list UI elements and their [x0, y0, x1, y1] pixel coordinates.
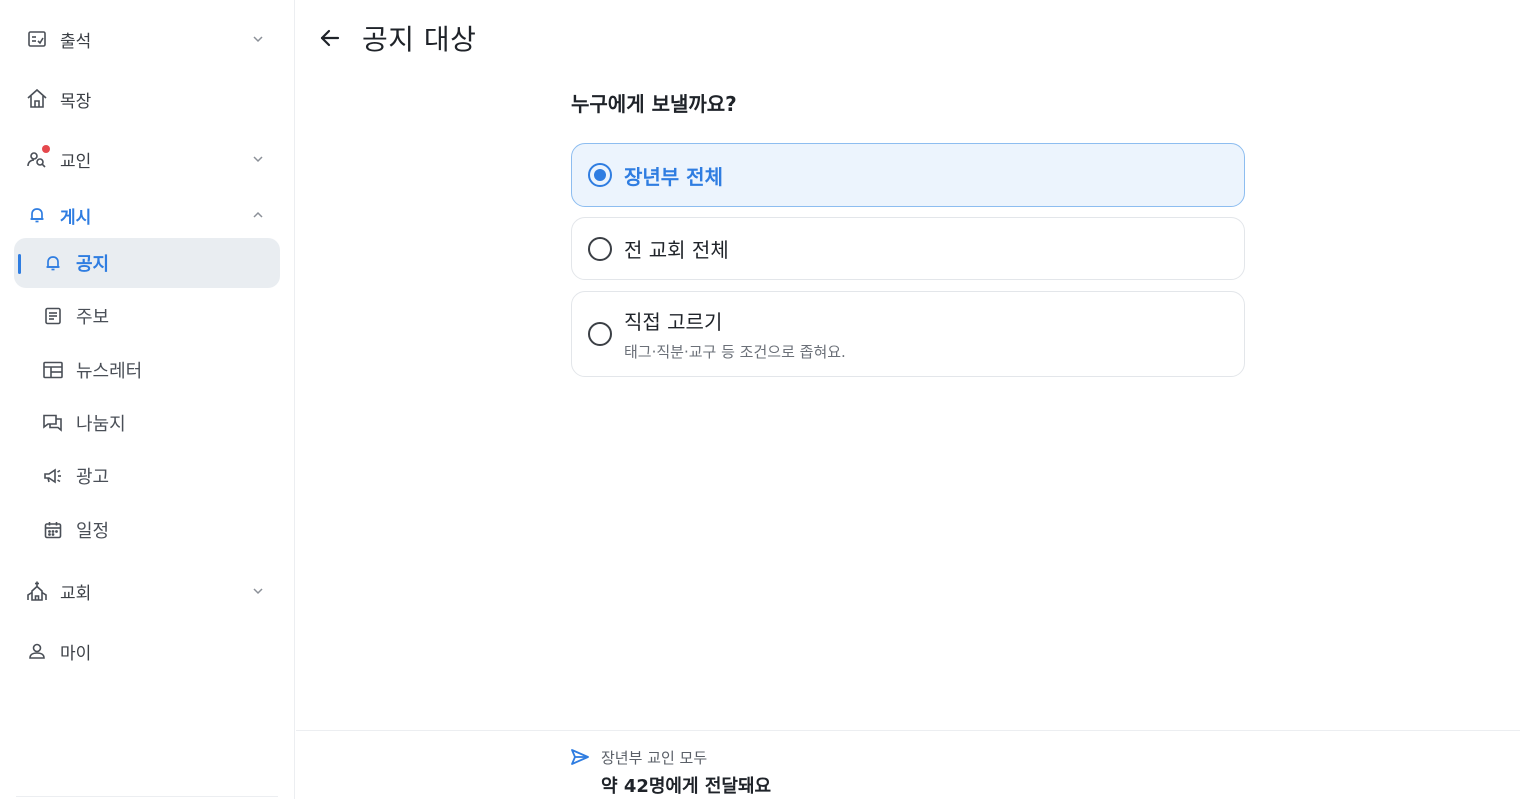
document-icon: [42, 305, 64, 327]
radio-unselected[interactable]: [588, 322, 612, 346]
sidebar-item-label: 출석: [60, 31, 92, 52]
chevron-down-icon: [250, 151, 266, 167]
checklist-icon: [26, 28, 48, 50]
house-icon: [26, 88, 48, 110]
sidebar-item-my[interactable]: 마이: [14, 626, 280, 676]
sidebar-subitem-schedule[interactable]: 일정: [14, 505, 280, 555]
summary-footer: 장년부 교인 모두 약 42명에게 전달돼요: [296, 730, 1520, 799]
sidebar-item-label: 목장: [60, 91, 92, 112]
bell-icon: [42, 252, 64, 274]
sidebar-item-label: 교회: [60, 583, 92, 604]
chevron-down-icon: [250, 31, 266, 47]
sidebar-item-church[interactable]: 교회: [14, 566, 280, 616]
divider: [16, 796, 278, 797]
bell-icon: [26, 204, 48, 226]
sidebar-item-posts[interactable]: 게시: [14, 190, 280, 240]
sidebar-subitem-bulletin[interactable]: 주보: [14, 291, 280, 341]
page-title: 공지 대상: [362, 23, 477, 56]
people-search-icon: [26, 145, 50, 170]
app-root: 출석 목장 교인 게시 공지 주보 뉴스레터 나눔지 광고 일정 교회 마이 공…: [0, 0, 1520, 799]
notification-badge: [42, 145, 50, 153]
sidebar-item-attendance[interactable]: 출석: [14, 14, 280, 64]
active-indicator: [18, 254, 21, 274]
chevron-up-icon: [250, 207, 266, 223]
option-title: 직접 고르기: [624, 310, 723, 334]
sidebar-item-label: 나눔지: [76, 414, 126, 435]
sidebar-subitem-notice[interactable]: 공지: [14, 238, 280, 288]
option-youth-all[interactable]: 장년부 전체: [571, 143, 1245, 207]
sidebar-item-label: 주보: [76, 307, 110, 328]
sidebar-item-label: 광고: [76, 467, 110, 488]
recipient-description: 장년부 교인 모두: [601, 749, 708, 767]
newsletter-icon: [42, 359, 64, 381]
sidebar-subitem-sharing[interactable]: 나눔지: [14, 398, 280, 448]
sidebar-item-farm[interactable]: 목장: [14, 74, 280, 124]
sidebar-subitem-ads[interactable]: 광고: [14, 451, 280, 501]
sidebar-item-label: 뉴스레터: [76, 361, 143, 382]
megaphone-icon: [42, 465, 64, 487]
radio-selected[interactable]: [588, 163, 612, 187]
sidebar: 출석 목장 교인 게시 공지 주보 뉴스레터 나눔지 광고 일정 교회 마이: [0, 0, 295, 799]
chevron-down-icon: [250, 583, 266, 599]
back-button[interactable]: [314, 22, 346, 54]
sidebar-subitem-newsletter[interactable]: 뉴스레터: [14, 345, 280, 395]
option-title: 전 교회 전체: [624, 238, 729, 262]
sidebar-item-members[interactable]: 교인: [14, 134, 280, 184]
arrow-left-icon: [320, 29, 340, 47]
option-custom-select[interactable]: 직접 고르기 태그·직분·교구 등 조건으로 좁혀요.: [571, 291, 1245, 377]
section-question: 누구에게 보낼까요?: [571, 92, 737, 116]
sidebar-item-label: 교인: [60, 151, 92, 172]
option-whole-church[interactable]: 전 교회 전체: [571, 217, 1245, 280]
sidebar-item-label: 공지: [76, 254, 110, 275]
chat-icon: [42, 412, 64, 434]
person-icon: [26, 640, 48, 662]
sidebar-item-label: 마이: [60, 643, 92, 664]
page-header: 공지 대상: [296, 0, 1520, 76]
send-icon: [570, 747, 592, 769]
radio-unselected[interactable]: [588, 236, 612, 261]
sidebar-item-label: 일정: [76, 521, 110, 542]
calendar-icon: [42, 519, 64, 541]
recipient-count: 약 42명에게 전달돼요: [601, 776, 772, 797]
option-subtitle: 태그·직분·교구 등 조건으로 좁혀요.: [624, 343, 846, 361]
option-title: 장년부 전체: [624, 164, 723, 189]
church-icon: [26, 580, 48, 602]
sidebar-item-label: 게시: [60, 207, 92, 228]
